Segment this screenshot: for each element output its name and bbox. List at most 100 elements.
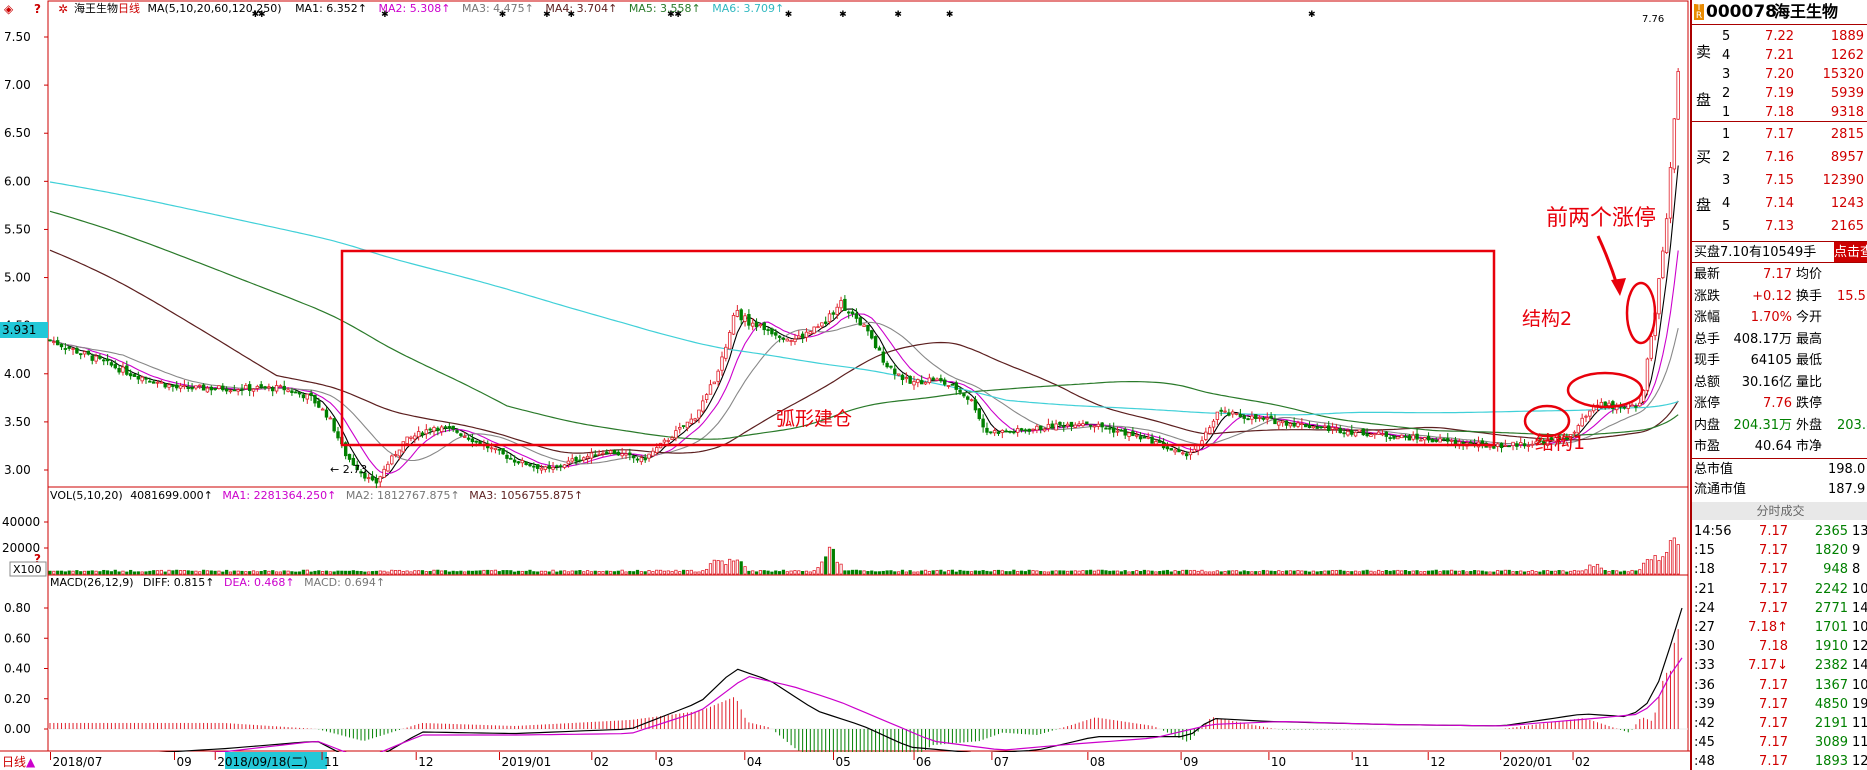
- pending-button[interactable]: 点击查: [1834, 242, 1867, 263]
- volume-bar: [1492, 571, 1496, 575]
- candle-body: [489, 447, 494, 450]
- volume-bar: [1035, 570, 1039, 575]
- event-marker-icon[interactable]: ✱: [894, 10, 902, 20]
- candle-body: [1065, 423, 1070, 427]
- volume-bar: [762, 570, 766, 575]
- volume-bar: [505, 570, 509, 575]
- volume-bar: [1046, 571, 1050, 575]
- volume-bar: [1200, 569, 1204, 575]
- date-tick-label: 05: [835, 755, 850, 769]
- candle-body: [1588, 410, 1592, 417]
- candle-body: [194, 385, 198, 389]
- candle-body: [1426, 435, 1431, 441]
- volume-bar: [79, 571, 83, 575]
- candle-body: [401, 441, 405, 453]
- volume-bar: [1231, 570, 1235, 575]
- trade-row: :30 7.18 1910 12: [1694, 639, 1867, 655]
- candle-body: [163, 383, 167, 388]
- volume-bar: [198, 571, 202, 575]
- price-tick-label: 6.50: [4, 126, 31, 140]
- settings-icon[interactable]: ◈: [4, 2, 14, 16]
- event-marker-icon[interactable]: ✱: [839, 10, 847, 20]
- volume-bar: [75, 570, 79, 575]
- candle-body: [716, 370, 720, 382]
- candle-body: [574, 457, 578, 462]
- candle-body: [1250, 415, 1254, 420]
- volume-bar: [893, 571, 897, 575]
- volume-bar: [140, 571, 144, 575]
- volume-bar: [1185, 569, 1189, 575]
- macd-tick-label: 0.40: [4, 662, 31, 676]
- volume-bar: [1469, 570, 1473, 575]
- candle-body: [313, 394, 317, 404]
- sell-side-label: 卖盘: [1696, 43, 1712, 109]
- stock-menu-icon[interactable]: ✲: [58, 2, 68, 16]
- candle-body: [678, 427, 682, 430]
- volume-bar: [562, 570, 567, 575]
- volume-bar: [559, 570, 563, 575]
- volume-bar: [336, 570, 340, 575]
- volume-bar: [386, 571, 390, 575]
- event-marker-icon[interactable]: ✱: [1308, 10, 1316, 20]
- volume-bar: [1369, 570, 1373, 575]
- volume-bar: [804, 570, 809, 575]
- volume-bar: [1542, 570, 1546, 575]
- trade-row: :15 7.17 1820 9: [1694, 543, 1861, 559]
- help-icon[interactable]: ?: [34, 2, 41, 16]
- candle-body: [1088, 424, 1093, 427]
- candle-body: [1376, 431, 1381, 435]
- volume-bar: [993, 570, 997, 575]
- volume-bar: [754, 571, 759, 575]
- kline-chart[interactable]: 7.507.006.506.005.505.004.504.003.503.00…: [0, 0, 1690, 770]
- volume-bar: [1250, 571, 1254, 575]
- candle-body: [823, 321, 828, 324]
- volume-bar: [1622, 570, 1626, 575]
- trade-row: :48 7.17 1893 12: [1694, 754, 1867, 770]
- candle-body: [167, 384, 171, 388]
- bid-row: 2 7.16 8957: [1722, 150, 1864, 165]
- volume-bar: [190, 570, 194, 575]
- candle-body: [1300, 423, 1304, 425]
- volume-bar: [1261, 569, 1266, 575]
- volume-bar: [1357, 571, 1362, 575]
- bottom-tab-daily[interactable]: 日线▲: [2, 755, 36, 769]
- volume-bar: [1192, 569, 1196, 575]
- event-marker-icon[interactable]: ✱: [946, 10, 954, 20]
- trade-row: :39 7.17 4850 19: [1694, 696, 1867, 712]
- volume-bar: [601, 571, 605, 575]
- candle-body: [1580, 417, 1584, 427]
- volume-bar: [1277, 570, 1281, 575]
- candle-body: [785, 338, 789, 342]
- candle-body: [1303, 423, 1308, 428]
- stat-row: 总手 408.17万 最高: [1694, 331, 1823, 347]
- kline-chart-area[interactable]: 7.507.006.506.005.505.004.504.003.503.00…: [0, 0, 1690, 770]
- candle-body: [1108, 427, 1112, 430]
- event-marker-icon[interactable]: ✱: [785, 10, 793, 20]
- volume-bar: [724, 564, 728, 575]
- candle-body: [593, 454, 597, 457]
- volume-bar: [1254, 571, 1258, 575]
- legend-ma2: MA2: 5.308↑: [379, 2, 451, 15]
- legend-ma1: MA1: 6.352↑: [295, 2, 367, 15]
- candle-body: [1081, 423, 1085, 427]
- volume-bar: [1127, 571, 1131, 575]
- candle-body: [370, 476, 375, 481]
- volume-bar: [808, 571, 812, 575]
- volume-bar: [1434, 569, 1438, 575]
- candle-body: [754, 321, 759, 328]
- candle-body: [850, 311, 855, 315]
- stat-row: 涨跌 +0.12 换手 15.5: [1694, 288, 1866, 304]
- candle-body: [697, 409, 701, 419]
- trades-title[interactable]: 分时成交: [1692, 502, 1867, 520]
- candle-body: [255, 385, 260, 389]
- volume-bar: [1672, 537, 1676, 575]
- volume-bar: [274, 571, 279, 575]
- candle-body: [1350, 429, 1354, 435]
- volume-bar: [155, 570, 160, 575]
- candle-body: [305, 393, 309, 400]
- volume-bar: [789, 570, 793, 575]
- volume-bar: [340, 570, 344, 575]
- stat-row: 最新 7.17 均价: [1694, 267, 1823, 282]
- date-tick-label: 04: [747, 755, 762, 769]
- volume-bar: [317, 570, 321, 575]
